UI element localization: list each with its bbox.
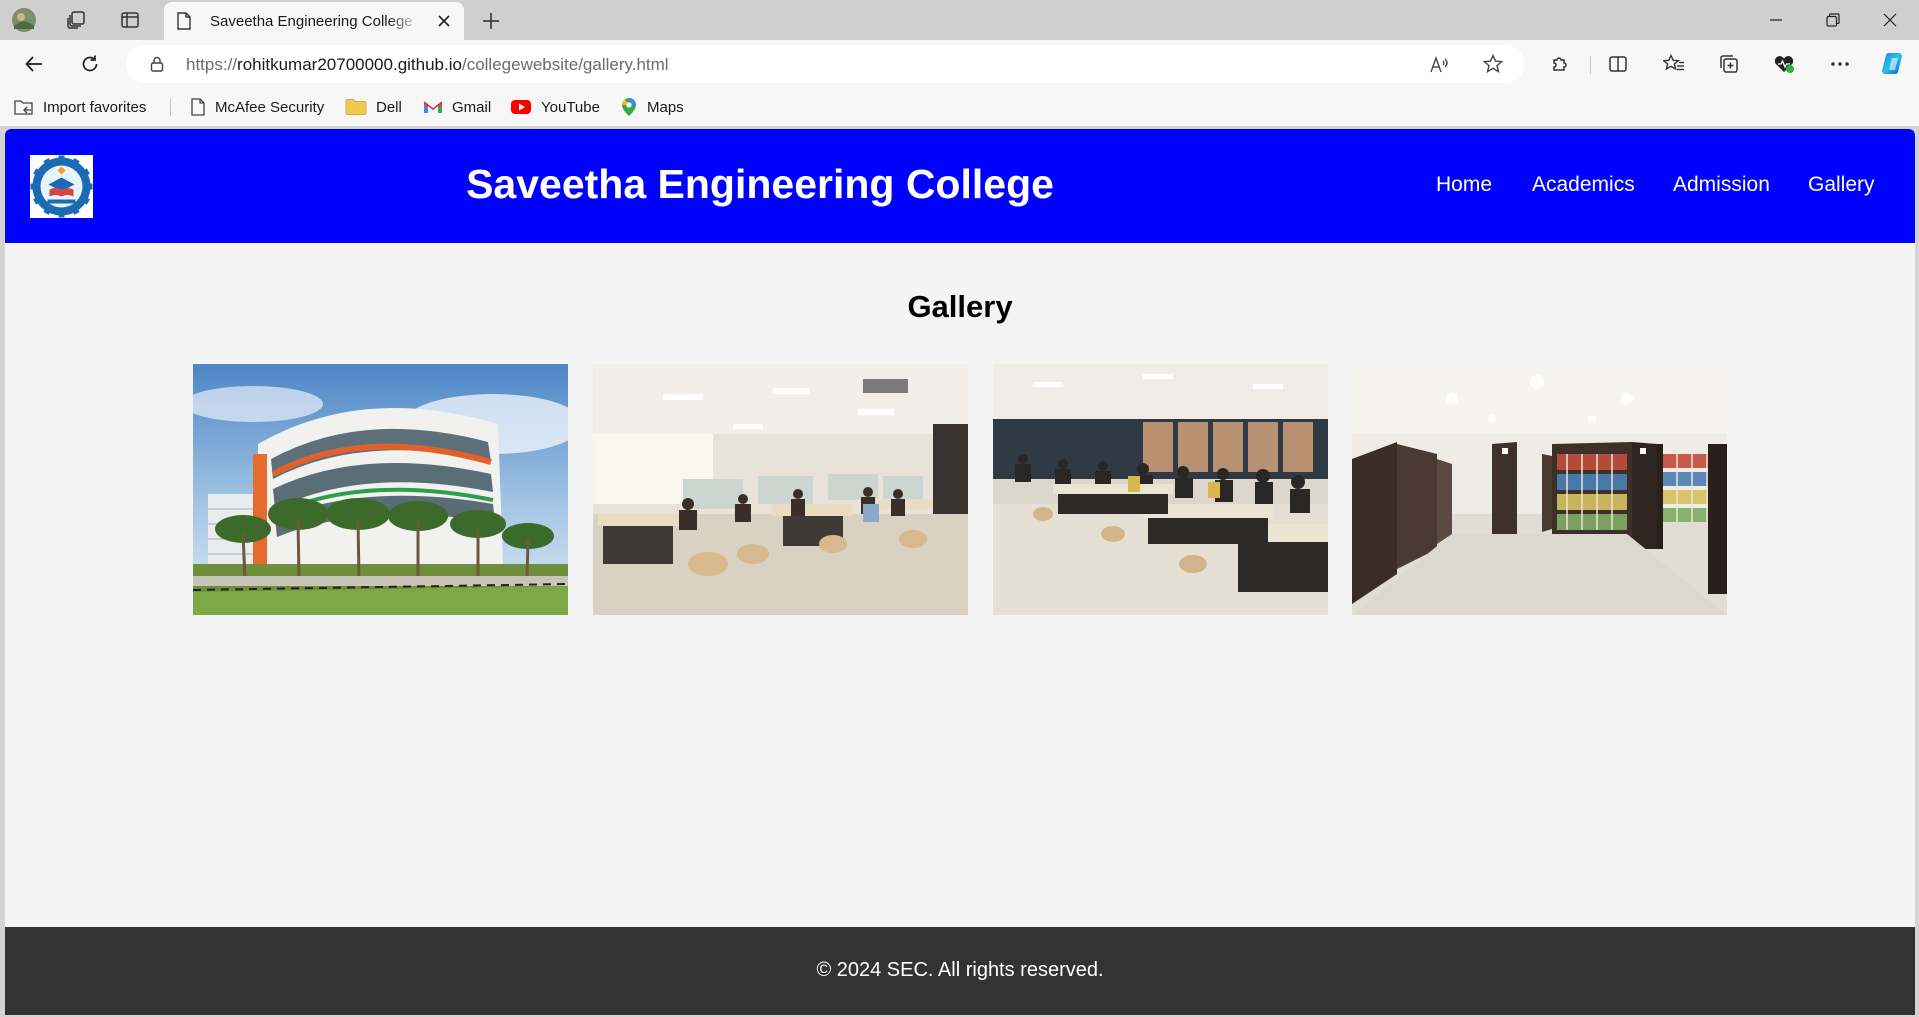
refresh-icon[interactable] [76,50,104,78]
collections-icon[interactable] [1715,50,1743,78]
bookmark-label: Gmail [452,98,492,116]
close-window-icon[interactable] [1862,0,1918,40]
reading-hall-photo[interactable] [593,364,968,615]
more-options-icon[interactable] [1826,50,1854,78]
page-icon [176,12,192,35]
url-host: rohitkumar20700000.github.io [237,55,462,74]
add-favorite-star-icon[interactable] [1482,53,1504,75]
copilot-icon[interactable] [1878,48,1910,80]
url-text[interactable]: https://rohitkumar20700000.github.io/col… [186,55,669,75]
browser-toolbar: https://rohitkumar20700000.github.io/col… [0,40,1919,88]
extensions-icon[interactable] [1546,50,1574,78]
college-building-photo[interactable] [193,364,568,615]
bookmark-label: YouTube [541,98,600,116]
gallery-heading: Gallery [907,289,1013,324]
active-tab[interactable]: Saveetha Engineering College - Gallery [164,2,464,40]
profile-avatar-icon[interactable] [10,6,38,34]
nav-link-academics[interactable]: Academics [1532,173,1635,197]
bookmark-separator [170,98,171,116]
new-tab-icon[interactable] [478,8,504,34]
read-aloud-icon[interactable] [1428,54,1450,76]
restore-icon[interactable] [1805,0,1861,40]
lock-icon[interactable] [148,55,166,73]
browser-tab-bar: Saveetha Engineering College - Gallery [0,0,1919,40]
browser-essentials-icon[interactable] [1770,50,1798,78]
close-tab-icon[interactable] [434,11,454,31]
page-viewport: Saveetha Engineering College Home Academ… [5,129,1915,1015]
site-footer: © 2024 SEC. All rights reserved. [5,927,1915,1015]
bookmark-import-favorites[interactable]: Import favorites [14,94,146,120]
site-title: Saveetha Engineering College [466,161,1054,207]
library-bookshelves-photo[interactable] [1352,364,1727,615]
folder-icon [345,98,367,116]
import-favorites-icon [14,98,34,116]
back-icon[interactable] [20,50,48,78]
bookmark-label: Maps [647,98,684,116]
site-header: Saveetha Engineering College Home Academ… [5,129,1915,243]
favorites-icon[interactable] [1660,50,1688,78]
bookmark-maps[interactable]: Maps [620,94,684,120]
bookmark-label: Import favorites [43,98,147,116]
page-icon [190,98,206,116]
minimize-icon[interactable] [1748,0,1804,40]
toolbar-divider [1590,56,1591,74]
bookmark-mcafee-security[interactable]: McAfee Security [190,94,324,120]
bookmark-label: McAfee Security [215,98,325,116]
tab-title: Saveetha Engineering College - Gallery [210,13,420,30]
split-screen-icon[interactable] [1604,50,1632,78]
nav-link-gallery[interactable]: Gallery [1808,173,1875,197]
bookmark-dell[interactable]: Dell [345,94,402,120]
favorites-bar: Import favorites McAfee Security Dell Gm… [0,88,1919,126]
maps-icon [620,97,638,117]
study-hall-photo[interactable] [993,364,1328,615]
url-path: /collegewebsite/gallery.html [461,55,669,74]
bookmark-label: Dell [376,98,402,116]
vertical-tabs-icon[interactable] [118,8,142,32]
nav-link-admission[interactable]: Admission [1673,173,1770,197]
bookmark-youtube[interactable]: YouTube [510,94,600,120]
workspaces-icon[interactable] [64,8,88,32]
nav-link-home[interactable]: Home [1436,173,1492,197]
address-bar[interactable]: https://rohitkumar20700000.github.io/col… [126,45,1524,83]
copyright-text: © 2024 SEC. All rights reserved. [816,959,1104,981]
bookmark-gmail[interactable]: Gmail [423,94,491,120]
gmail-icon [423,99,443,115]
youtube-icon [510,99,532,115]
url-scheme: https:// [186,55,238,74]
